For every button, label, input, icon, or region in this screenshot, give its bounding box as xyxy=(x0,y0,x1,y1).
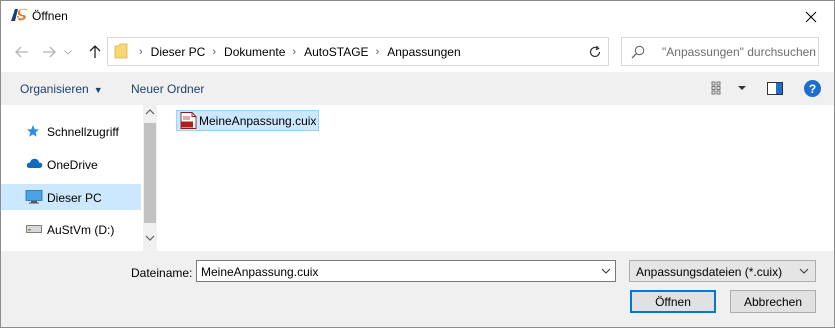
help-button[interactable]: ? xyxy=(804,80,821,97)
navigation-bar: › Dieser PC › Dokumente › AutoSTAGE › An… xyxy=(1,32,834,72)
new-folder-button[interactable]: Neuer Ordner xyxy=(131,82,204,96)
filetype-value: Anpassungsdateien (*.cuix) xyxy=(636,265,783,279)
cuix-file-icon xyxy=(180,112,197,129)
caret-down-icon: ▼ xyxy=(93,85,103,95)
breadcrumb-item-autostage[interactable]: AutoSTAGE xyxy=(304,45,368,59)
chevron-down-icon[interactable] xyxy=(599,264,613,278)
file-list: MeineAnpassung.cuix xyxy=(157,105,834,251)
breadcrumb: › Dieser PC › Dokumente › AutoSTAGE › An… xyxy=(132,38,461,65)
preview-pane-button[interactable] xyxy=(767,82,783,98)
nav-item-label: AuStVm (D:) xyxy=(47,223,115,237)
star-icon xyxy=(27,125,39,137)
address-bar[interactable]: › Dieser PC › Dokumente › AutoSTAGE › An… xyxy=(107,37,677,66)
chevron-right-icon[interactable]: › xyxy=(212,46,216,58)
nav-item-label: Schnellzugriff xyxy=(47,125,119,139)
title-bar[interactable]: Öffnen xyxy=(1,1,834,32)
chevron-down-icon xyxy=(64,49,72,55)
chevron-right-icon[interactable]: › xyxy=(292,46,296,58)
autostage-logo-icon xyxy=(11,8,27,21)
bottom-panel: Dateiname: MeineAnpassung.cuix Anpassung… xyxy=(1,251,834,327)
folder-icon xyxy=(114,43,128,59)
recent-locations-button[interactable] xyxy=(61,40,75,64)
computer-icon xyxy=(25,190,43,204)
nav-item-label: OneDrive xyxy=(47,158,98,172)
search-box[interactable]: "Anpassungen" durchsuchen xyxy=(621,37,819,66)
breadcrumb-item-dieser-pc[interactable]: Dieser PC xyxy=(151,45,206,59)
up-button[interactable] xyxy=(84,40,106,64)
filetype-select[interactable]: Anpassungsdateien (*.cuix) xyxy=(629,260,816,282)
chevron-down-icon xyxy=(799,268,809,274)
back-button[interactable] xyxy=(11,40,33,64)
cloud-icon xyxy=(26,158,43,168)
filename-label: Dateiname: xyxy=(131,266,193,280)
window-title: Öffnen xyxy=(32,9,68,23)
open-dialog: Öffnen › Dieser PC › Dokumente › AutoSTA… xyxy=(0,0,835,328)
organize-label: Organisieren xyxy=(20,82,89,96)
filename-value[interactable]: MeineAnpassung.cuix xyxy=(201,265,318,279)
breadcrumb-item-dokumente[interactable]: Dokumente xyxy=(224,45,285,59)
organize-menu[interactable]: Organisieren ▼ xyxy=(20,82,103,96)
scrollbar-thumb[interactable] xyxy=(144,123,156,223)
chevron-right-icon: › xyxy=(139,45,143,58)
open-button[interactable]: Öffnen xyxy=(630,290,716,313)
close-icon xyxy=(805,11,817,22)
nav-item-quick-access[interactable]: Schnellzugriff xyxy=(1,118,141,144)
refresh-icon xyxy=(589,45,600,57)
search-icon xyxy=(631,45,645,59)
file-item[interactable]: MeineAnpassung.cuix xyxy=(176,110,319,131)
details-view-icon xyxy=(711,81,746,95)
arrow-right-icon xyxy=(43,46,56,58)
chevron-right-icon[interactable]: › xyxy=(376,46,380,58)
chevron-up-icon[interactable] xyxy=(145,109,155,115)
filename-field[interactable]: MeineAnpassung.cuix xyxy=(196,260,616,282)
preview-pane-icon xyxy=(767,82,783,95)
nav-item-onedrive[interactable]: OneDrive xyxy=(1,151,141,177)
close-button[interactable] xyxy=(788,1,834,32)
arrow-up-icon xyxy=(89,45,101,58)
arrow-left-icon xyxy=(15,46,28,58)
command-bar: Organisieren ▼ Neuer Ordner ? xyxy=(1,72,834,105)
nav-item-this-pc[interactable]: Dieser PC xyxy=(1,184,141,210)
change-view-button[interactable] xyxy=(711,81,747,98)
drive-icon xyxy=(26,225,42,233)
search-input[interactable]: "Anpassungen" durchsuchen xyxy=(662,45,816,59)
file-name: MeineAnpassung.cuix xyxy=(199,114,317,128)
cancel-button[interactable]: Abbrechen xyxy=(730,290,816,313)
nav-pane-scrollbar[interactable] xyxy=(143,105,157,251)
refresh-button[interactable] xyxy=(581,37,609,66)
nav-item-drive-d[interactable]: AuStVm (D:) xyxy=(1,216,141,242)
nav-item-label: Dieser PC xyxy=(47,191,102,205)
chevron-down-icon[interactable] xyxy=(145,235,155,241)
forward-button[interactable] xyxy=(38,40,60,64)
navigation-pane: Schnellzugriff OneDrive Dieser PC AuStVm… xyxy=(1,105,143,251)
breadcrumb-item-anpassungen[interactable]: Anpassungen xyxy=(387,45,460,59)
